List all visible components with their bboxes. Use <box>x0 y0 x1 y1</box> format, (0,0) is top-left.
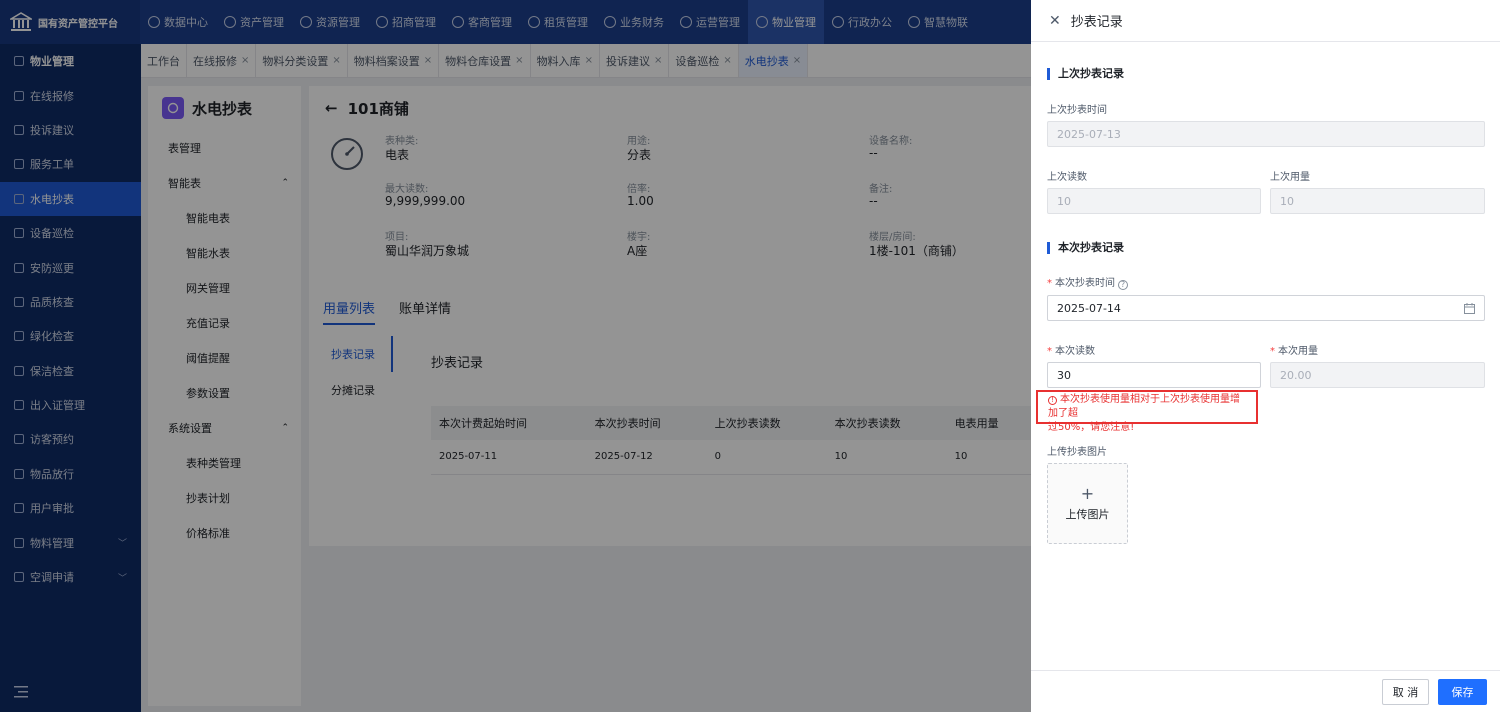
upload-label: 上传抄表图片 <box>1047 447 1107 458</box>
drawer-title: 抄表记录 <box>1070 15 1123 30</box>
warning-text-line2: 过50%，请您注意! <box>1048 422 1135 433</box>
close-icon[interactable]: ✕ <box>1049 13 1061 29</box>
upload-image-button[interactable]: + 上传图片 <box>1047 463 1128 544</box>
last-time-value: 2025-07-13 <box>1057 127 1121 141</box>
plus-icon: + <box>1080 483 1095 503</box>
usage-warning: ! 本次抄表使用量相对于上次抄表使用量增加了超 过50%，请您注意! <box>1036 390 1258 433</box>
save-button[interactable]: 保存 <box>1438 679 1487 705</box>
warning-text-line1: 本次抄表使用量相对于上次抄表使用量增加了超 <box>1048 394 1240 419</box>
current-usage-value: 20.00 <box>1280 368 1312 382</box>
required-mark: * <box>1047 346 1052 357</box>
calendar-icon[interactable] <box>1464 303 1475 314</box>
required-mark: * <box>1047 278 1052 289</box>
current-time-picker[interactable]: 2025-07-14 <box>1047 295 1485 321</box>
modal-mask[interactable] <box>0 0 1031 712</box>
upload-button-label: 上传图片 <box>1065 507 1110 521</box>
current-time-label-text: 本次抄表时间 <box>1055 278 1115 289</box>
current-usage-label: * 本次用量 <box>1270 342 1318 357</box>
last-reading-value: 10 <box>1057 194 1071 208</box>
current-reading-label: * 本次读数 <box>1047 342 1095 357</box>
last-reading-label: 上次读数 <box>1047 172 1087 183</box>
reading-drawer: ✕ 抄表记录 上次抄表记录 上次抄表时间 2025-07-13 上次读数 10 … <box>1031 0 1500 712</box>
warning-icon: ! <box>1048 396 1057 405</box>
last-usage-label: 上次用量 <box>1270 172 1310 183</box>
last-time-field: 2025-07-13 <box>1047 121 1485 147</box>
last-usage-value: 10 <box>1280 194 1294 208</box>
current-usage-field: 20.00 <box>1270 362 1485 388</box>
last-record-section-title: 上次抄表记录 <box>1047 68 1124 80</box>
required-mark: * <box>1270 346 1275 357</box>
current-time-label: * 本次抄表时间? <box>1047 274 1128 290</box>
drawer-footer <box>1031 670 1500 712</box>
current-usage-label-text: 本次用量 <box>1278 346 1318 357</box>
current-reading-input[interactable]: 30 <box>1047 362 1261 388</box>
last-time-label: 上次抄表时间 <box>1047 105 1107 116</box>
current-reading-label-text: 本次读数 <box>1055 346 1095 357</box>
current-reading-value: 30 <box>1057 368 1071 382</box>
drawer-header: ✕ 抄表记录 <box>1031 0 1500 42</box>
current-record-section-title: 本次抄表记录 <box>1047 242 1124 254</box>
last-usage-field: 10 <box>1270 188 1485 214</box>
last-reading-field: 10 <box>1047 188 1261 214</box>
current-time-value: 2025-07-14 <box>1057 301 1121 315</box>
cancel-button[interactable]: 取 消 <box>1382 679 1429 705</box>
help-icon[interactable]: ? <box>1118 280 1128 290</box>
